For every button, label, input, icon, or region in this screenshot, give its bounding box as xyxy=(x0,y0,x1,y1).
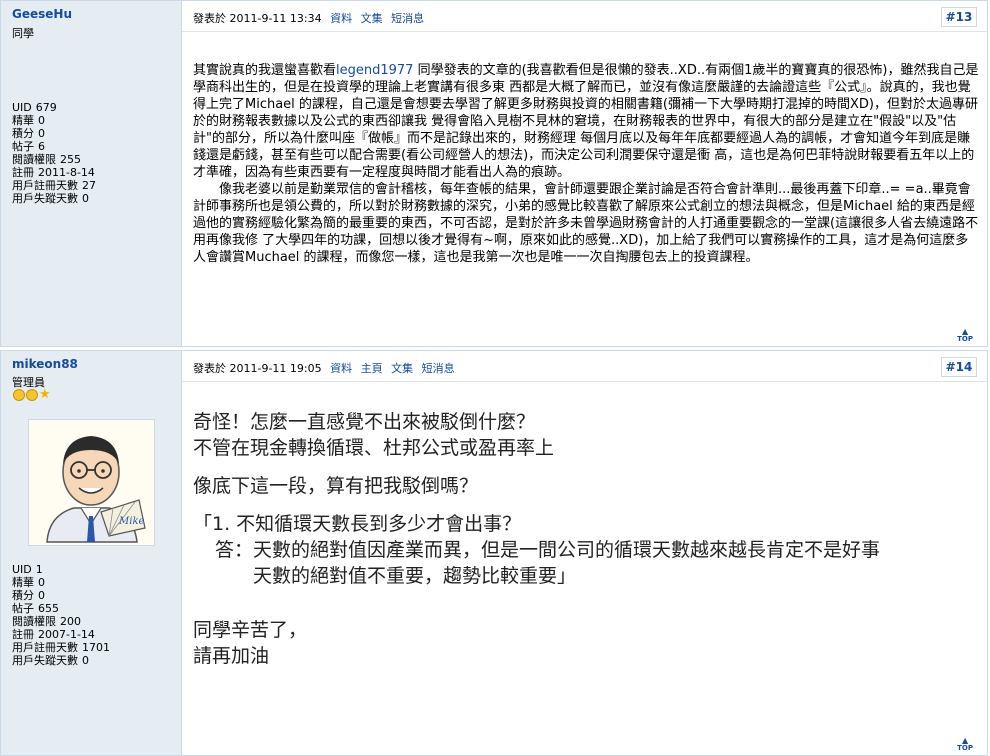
post-body: 其實說真的我還蠻喜歡看legend1977 同學發表的文章的(我喜歡看但是很懶的… xyxy=(193,62,979,266)
stat-row: 帖子 6 xyxy=(12,140,45,153)
post-header: 發表於 2011-9-11 13:34 資料 文集 短消息 #13 xyxy=(182,1,987,32)
post-meta: 發表於 2011-9-11 19:05 資料 主頁 文集 短消息 xyxy=(193,360,455,376)
stat-row: 註冊 2011-8-14 xyxy=(12,166,95,179)
post-line: 像底下這一段，算有把我駁倒嗎？ xyxy=(193,475,479,497)
stat-row: 積分 0 xyxy=(12,127,45,140)
back-to-top-button[interactable]: ▲ TOP xyxy=(957,737,973,753)
posted-time: 2011-9-11 13:34 xyxy=(229,12,322,25)
author-username[interactable]: mikeon88 xyxy=(12,357,78,371)
stat-row: 閱讀權限 200 xyxy=(12,615,81,628)
avatar-illustration-icon: Mike xyxy=(29,420,154,545)
post-13: GeeseHu 同學 UID 679 精華 0 積分 0 帖子 6 閱讀權限 255 註冊… xyxy=(0,0,988,347)
profile-link[interactable]: 資料 xyxy=(330,362,352,375)
quote-line: 答：天數的絕對值因產業而異，但是一間公司的循環天數越來越長肯定不是好事 xyxy=(215,539,881,561)
stat-row: 用戶失蹤天數 0 xyxy=(12,654,89,667)
quote-line: 天數的絕對值不重要，趨勢比較重要」 xyxy=(253,565,577,587)
stat-row: 精華 0 xyxy=(12,576,45,589)
post-line: 同學辛苦了， xyxy=(193,619,308,641)
back-to-top-button[interactable]: ▲ TOP xyxy=(957,328,973,344)
post-header: 發表於 2011-9-11 19:05 資料 主頁 文集 短消息 #14 xyxy=(182,351,987,382)
post-line: 不管在現金轉換循環、杜邦公式或盈再率上 xyxy=(193,437,555,459)
stat-row: 精華 0 xyxy=(12,114,45,127)
post-paragraph: 像我老婆以前是勤業眾信的會計稽核，每年查帳的結果，會計師還要跟企業討論是否符合會… xyxy=(193,182,979,265)
message-link[interactable]: 短消息 xyxy=(422,362,455,375)
post-14: mikeon88 管理員 ★ Mike UID 1 精華 0 積分 0 帖子 6… xyxy=(0,350,988,756)
rank-stars: ★ xyxy=(13,387,51,404)
post-main: 發表於 2011-9-11 19:05 資料 主頁 文集 短消息 #14 奇怪！… xyxy=(182,351,987,755)
stat-row: 用戶註冊天數 1701 xyxy=(12,641,110,654)
profile-link[interactable]: 資料 xyxy=(330,12,352,25)
post-line: 奇怪！怎麼一直感覺不出來被駁倒什麼？ xyxy=(193,411,536,433)
author-panel: mikeon88 管理員 ★ Mike UID 1 精華 0 積分 0 帖子 6… xyxy=(1,351,182,755)
stat-row: 用戶失蹤天數 0 xyxy=(12,192,89,205)
author-panel: GeeseHu 同學 UID 679 精華 0 積分 0 帖子 6 閱讀權限 255 註冊… xyxy=(1,1,182,346)
star-rank-icon: ★ xyxy=(39,387,51,402)
posted-time: 2011-9-11 19:05 xyxy=(229,362,322,375)
stat-row: UID 679 xyxy=(12,101,57,114)
collection-link[interactable]: 文集 xyxy=(391,362,413,375)
mentioned-user-link[interactable]: legend1977 xyxy=(336,63,413,78)
smiley-rank-icon xyxy=(26,389,38,401)
floor-number[interactable]: #14 xyxy=(941,357,977,377)
posted-label: 發表於 xyxy=(193,12,226,25)
homepage-link[interactable]: 主頁 xyxy=(361,362,383,375)
post-paragraph: 其實說真的我還蠻喜歡看legend1977 同學發表的文章的(我喜歡看但是很懶的… xyxy=(193,63,979,180)
avatar-caption: Mike xyxy=(118,516,144,527)
post-main: 發表於 2011-9-11 13:34 資料 文集 短消息 #13 其實說真的我… xyxy=(182,1,987,346)
avatar: Mike xyxy=(28,419,155,546)
quote-line: 「1. 不知循環天數長到多少才會出事？ xyxy=(193,513,522,535)
post-body: 奇怪！怎麼一直感覺不出來被駁倒什麼？ 不管在現金轉換循環、杜邦公式或盈再率上 像… xyxy=(193,409,973,669)
stat-row: 帖子 655 xyxy=(12,602,59,615)
stat-row: UID 1 xyxy=(12,563,43,576)
author-group: 同學 xyxy=(12,27,34,40)
post-line: 請再加油 xyxy=(193,645,270,667)
smiley-rank-icon xyxy=(13,389,25,401)
stat-row: 積分 0 xyxy=(12,589,45,602)
post-meta: 發表於 2011-9-11 13:34 資料 文集 短消息 xyxy=(193,10,424,26)
message-link[interactable]: 短消息 xyxy=(391,12,424,25)
stat-row: 註冊 2007-1-14 xyxy=(12,628,95,641)
author-stats: UID 1 精華 0 積分 0 帖子 655 閱讀權限 200 註冊 2007-1-14 用… xyxy=(12,563,114,667)
author-username[interactable]: GeeseHu xyxy=(12,7,72,21)
stat-row: 閱讀權限 255 xyxy=(12,153,81,166)
stat-row: 用戶註冊天數 27 xyxy=(12,179,96,192)
floor-number[interactable]: #13 xyxy=(941,7,977,27)
collection-link[interactable]: 文集 xyxy=(361,12,383,25)
author-stats: UID 679 精華 0 積分 0 帖子 6 閱讀權限 255 註冊 2011-8-14 用… xyxy=(12,101,100,205)
posted-label: 發表於 xyxy=(193,362,226,375)
